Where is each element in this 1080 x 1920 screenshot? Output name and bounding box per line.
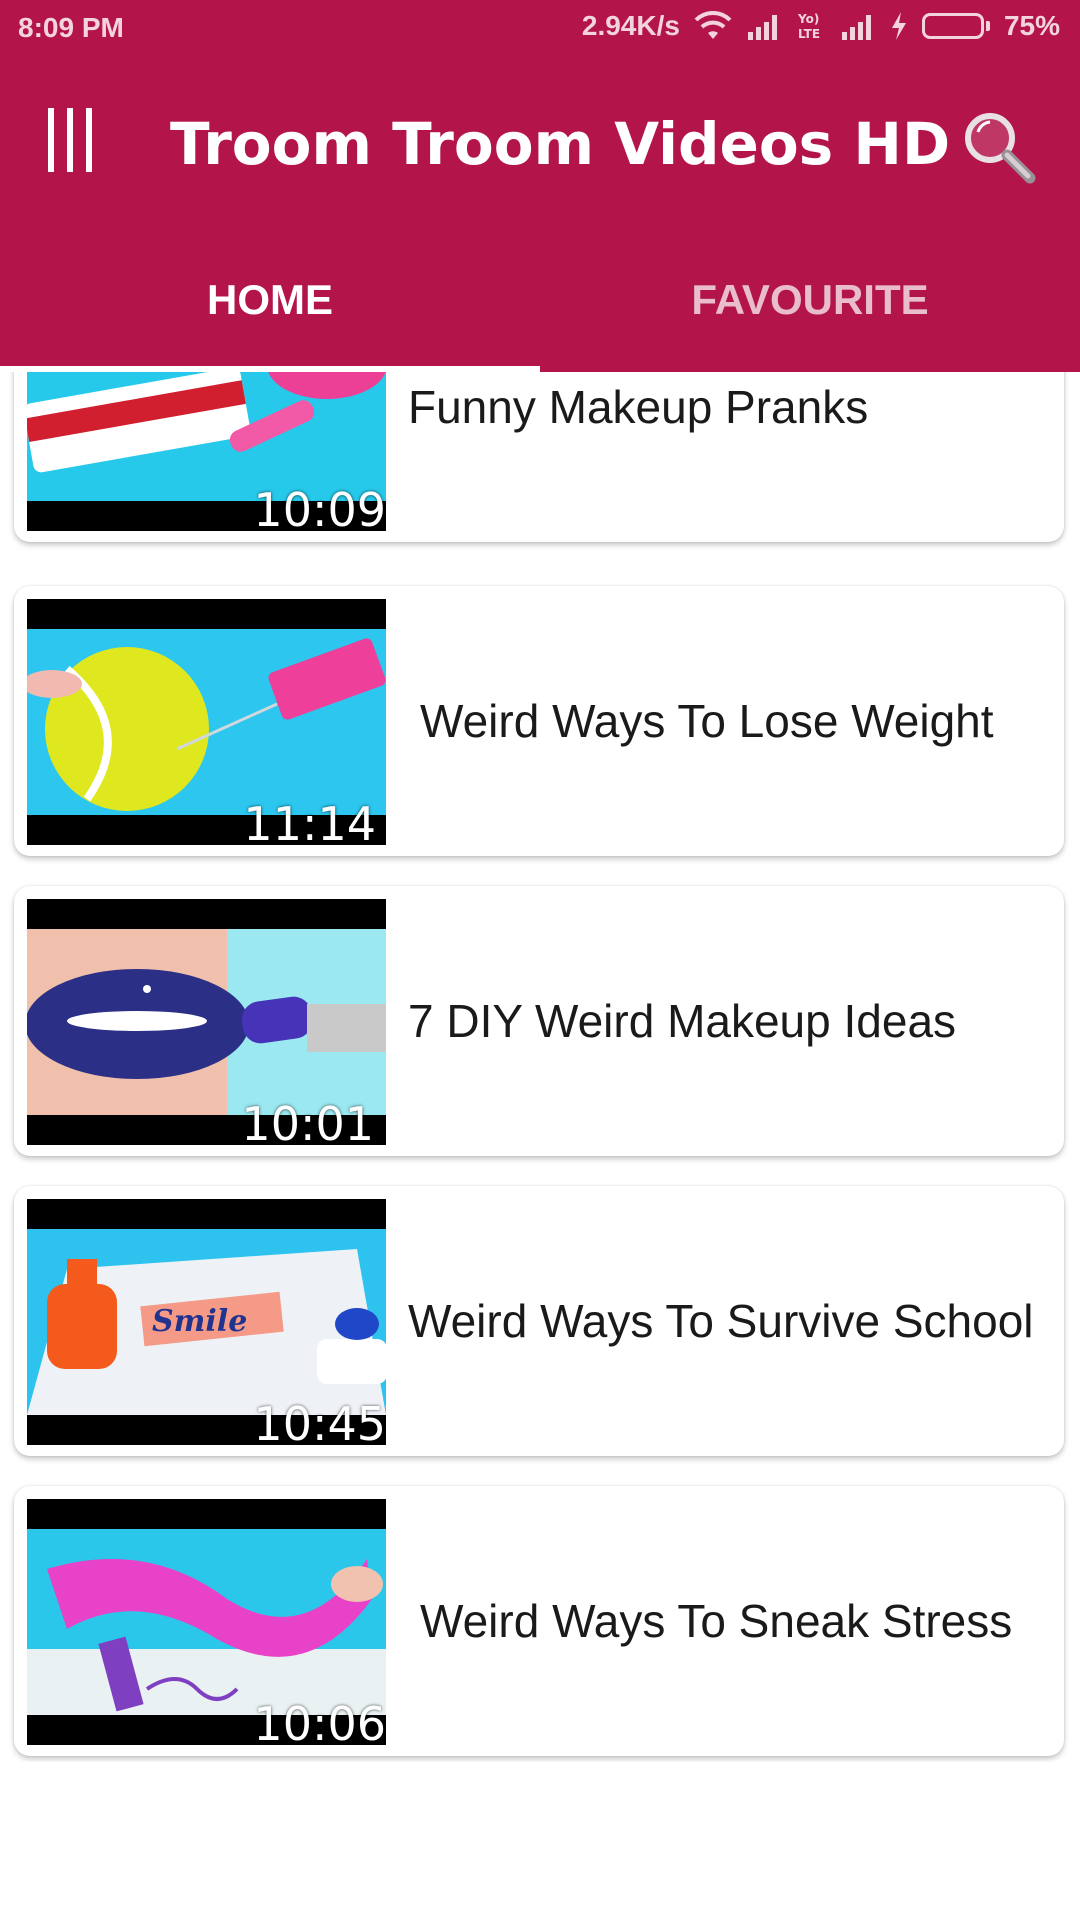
svg-text:Yo): Yo) bbox=[797, 12, 819, 26]
video-duration: 10:06 bbox=[253, 1697, 386, 1745]
app-bar: 8:09 PM 2.94K/s Yo) LTE 75% Troom Troom … bbox=[0, 0, 1080, 372]
video-thumbnail: 10:09 bbox=[27, 372, 386, 531]
tab-bar: HOME FAVOURITE bbox=[0, 260, 1080, 372]
lipstick-candy-image bbox=[27, 372, 386, 501]
video-thumbnail: Smile 10:45 bbox=[27, 1199, 386, 1445]
video-card[interactable]: 11:14 Weird Ways To Lose Weight bbox=[14, 586, 1064, 856]
video-thumbnail: 10:01 bbox=[27, 899, 386, 1145]
charging-icon bbox=[890, 11, 908, 41]
battery-percent: 75% bbox=[1003, 10, 1060, 41]
tennis-ball-syringe-image bbox=[27, 629, 386, 815]
status-time: 8:09 PM bbox=[18, 12, 124, 43]
status-bar: 8:09 PM 2.94K/s Yo) LTE 75% bbox=[0, 0, 1080, 60]
video-card[interactable]: Smile 10:45 Weird Ways To Survive School bbox=[14, 1186, 1064, 1456]
signal-icon bbox=[746, 12, 782, 40]
video-card[interactable]: 10:01 7 DIY Weird Makeup Ideas bbox=[14, 886, 1064, 1156]
galaxy-lips-image bbox=[27, 929, 386, 1115]
pink-slime-marker-image bbox=[27, 1529, 386, 1715]
battery-icon bbox=[921, 13, 990, 39]
video-card[interactable]: 10:09 Funny Makeup Pranks bbox=[14, 372, 1064, 542]
tab-favourite[interactable]: FAVOURITE bbox=[540, 260, 1080, 372]
search-button[interactable] bbox=[960, 108, 1040, 188]
video-title: Funny Makeup Pranks bbox=[408, 381, 869, 433]
svg-text:LTE: LTE bbox=[798, 27, 820, 41]
status-icons: 2.94K/s Yo) LTE 75% bbox=[582, 10, 1060, 42]
wifi-icon bbox=[694, 11, 732, 41]
video-duration: 10:09 bbox=[253, 483, 386, 531]
video-thumbnail: 11:14 bbox=[27, 599, 386, 845]
network-speed: 2.94K/s bbox=[581, 10, 680, 41]
menu-button[interactable] bbox=[40, 102, 100, 178]
menu-icon bbox=[48, 108, 92, 172]
signal-icon bbox=[840, 12, 876, 40]
video-list[interactable]: 10:09 Funny Makeup Pranks 11:14 Weird Wa… bbox=[0, 372, 1080, 1762]
smile-nail-polish-image: Smile bbox=[27, 1229, 386, 1415]
volte-icon: Yo) LTE bbox=[796, 11, 826, 41]
toolbar: Troom Troom Videos HD bbox=[0, 80, 1080, 210]
app-title: Troom Troom Videos HD bbox=[170, 110, 951, 178]
video-duration: 11:14 bbox=[243, 797, 376, 845]
video-title: Weird Ways To Lose Weight bbox=[420, 695, 994, 747]
video-title: 7 DIY Weird Makeup Ideas bbox=[408, 995, 957, 1047]
tab-home[interactable]: HOME bbox=[0, 260, 540, 372]
video-title: Weird Ways To Sneak Stress bbox=[420, 1595, 1013, 1647]
video-duration: 10:45 bbox=[253, 1397, 386, 1445]
video-title: Weird Ways To Survive School bbox=[408, 1295, 1034, 1347]
search-icon bbox=[965, 113, 1036, 184]
video-card[interactable]: 10:06 Weird Ways To Sneak Stress bbox=[14, 1486, 1064, 1756]
video-thumbnail: 10:06 bbox=[27, 1499, 386, 1745]
video-duration: 10:01 bbox=[241, 1097, 374, 1145]
svg-text:Smile: Smile bbox=[152, 1304, 247, 1339]
